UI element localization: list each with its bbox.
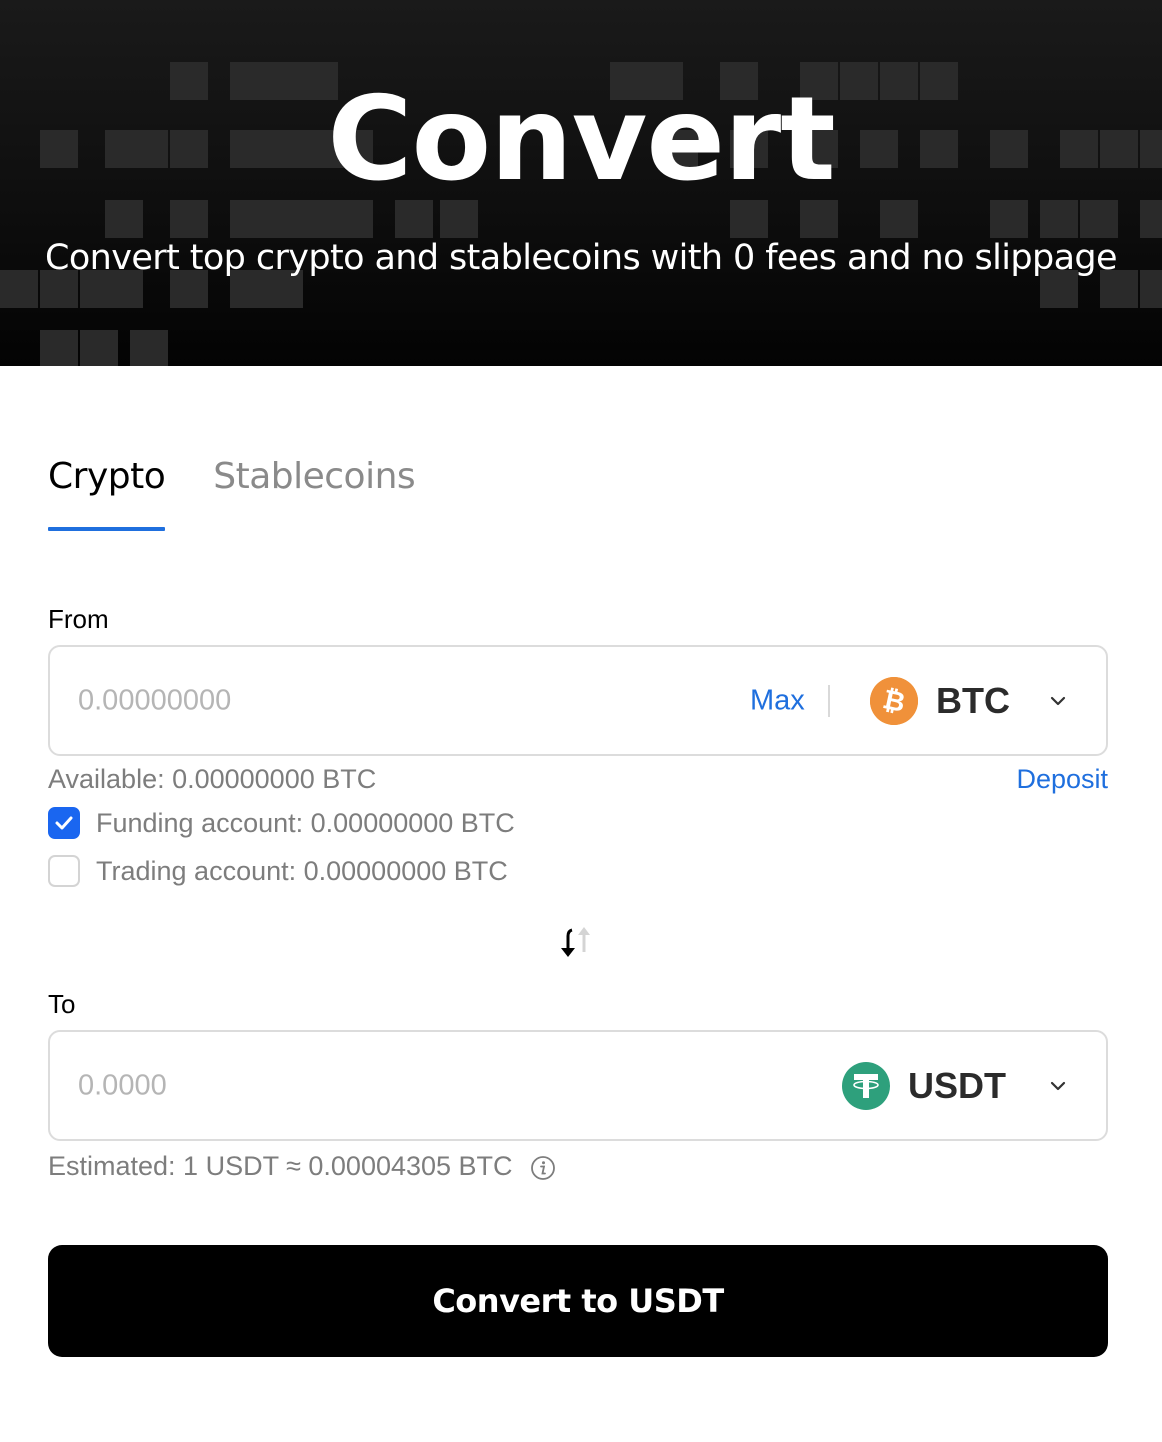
chevron-down-icon[interactable]: [1048, 694, 1068, 708]
convert-button[interactable]: Convert to USDT: [48, 1245, 1108, 1357]
hero-banner: Convert Convert top crypto and stablecoi…: [0, 0, 1162, 366]
info-icon[interactable]: [530, 1155, 556, 1181]
to-coin-select[interactable]: USDT: [842, 1061, 1006, 1110]
available-balance: Available: 0.00000000 BTC: [48, 764, 377, 794]
funding-account-option[interactable]: Funding account: 0.00000000 BTC: [48, 807, 515, 839]
to-coin-name: USDT: [908, 1064, 1006, 1106]
to-amount-input[interactable]: [78, 1069, 578, 1102]
swap-arrows-icon[interactable]: [558, 924, 598, 960]
trading-account-label: Trading account: 0.00000000 BTC: [96, 855, 508, 886]
estimated-rate-text: Estimated: 1 USDT ≈ 0.00004305 BTC: [48, 1151, 513, 1181]
funding-account-checkbox[interactable]: [48, 807, 80, 839]
max-button[interactable]: Max: [750, 684, 805, 717]
from-coin-name: BTC: [936, 679, 1010, 721]
trading-account-checkbox[interactable]: [48, 855, 80, 887]
tab-crypto[interactable]: Crypto: [48, 456, 166, 531]
checkmark-icon: [55, 816, 73, 830]
page-subtitle: Convert top crypto and stablecoins with …: [45, 238, 1118, 278]
to-label: To: [48, 989, 76, 1019]
from-field: Max ₿ BTC: [48, 645, 1108, 756]
trading-account-option[interactable]: Trading account: 0.00000000 BTC: [48, 855, 508, 887]
deposit-link[interactable]: Deposit: [1016, 764, 1108, 795]
chevron-down-icon[interactable]: [1048, 1079, 1068, 1093]
tether-icon: [842, 1061, 890, 1110]
tab-bar: Crypto Stablecoins: [48, 456, 416, 531]
pattern-tile: [40, 330, 78, 366]
divider: [828, 685, 830, 717]
pattern-tile: [130, 330, 168, 366]
from-coin-select[interactable]: ₿ BTC: [870, 676, 1010, 725]
funding-account-label: Funding account: 0.00000000 BTC: [96, 807, 515, 838]
to-field: USDT: [48, 1030, 1108, 1141]
from-amount-input[interactable]: [78, 684, 578, 717]
page-title: Convert: [327, 72, 835, 207]
tab-stablecoins[interactable]: Stablecoins: [213, 456, 415, 531]
bitcoin-icon: ₿: [870, 676, 918, 725]
from-label: From: [48, 604, 109, 634]
pattern-tile: [80, 330, 118, 366]
estimated-rate: Estimated: 1 USDT ≈ 0.00004305 BTC: [48, 1151, 556, 1182]
